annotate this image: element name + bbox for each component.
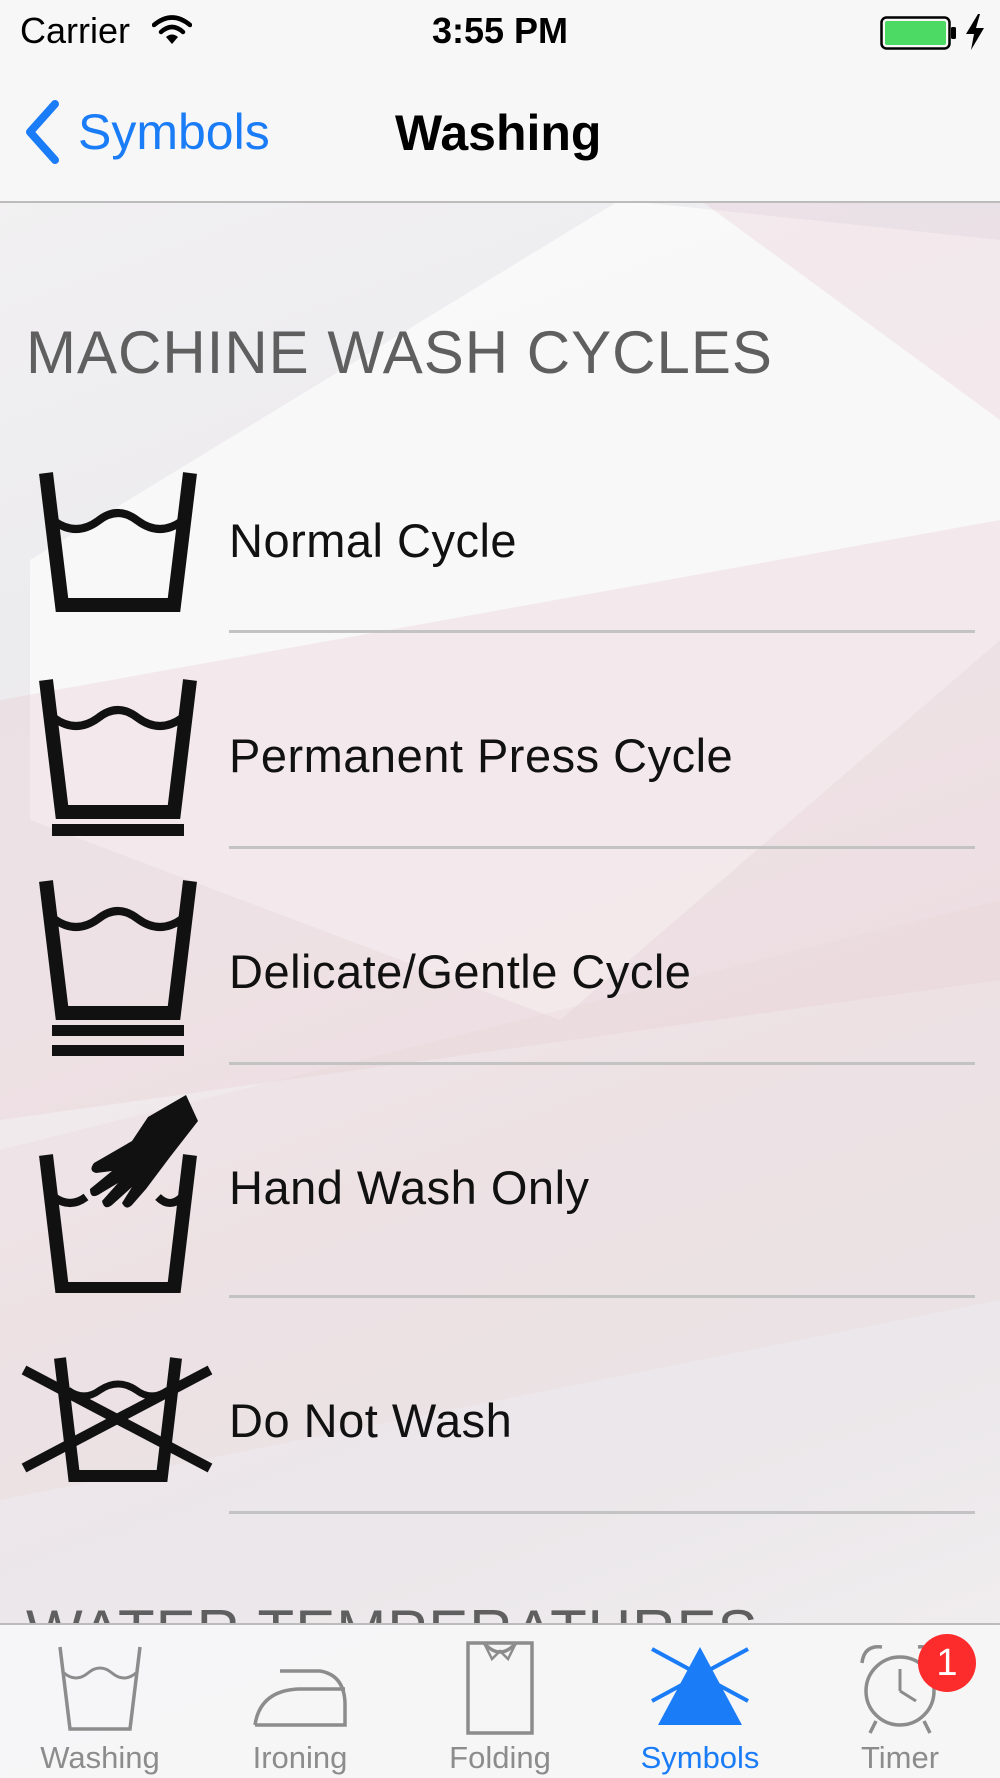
- tab-folding[interactable]: Folding: [400, 1625, 600, 1778]
- tab-label: Timer: [860, 1740, 940, 1775]
- status-time: 3:55 PM: [431, 10, 569, 51]
- do-not-wash-icon: [21, 1357, 213, 1482]
- tab-label: Folding: [449, 1740, 551, 1775]
- tab-symbols[interactable]: Symbols: [600, 1625, 800, 1778]
- item-label: Delicate/Gentle Cycle: [229, 945, 692, 998]
- iron-icon: [253, 1669, 347, 1727]
- delicate-cycle-icon: [39, 880, 197, 1056]
- item-label: Normal Cycle: [229, 514, 518, 567]
- section-header-machine-wash: MACHINE WASH CYCLES: [26, 319, 773, 386]
- list-item[interactable]: Hand Wash Only: [0, 1065, 1000, 1298]
- separator: [229, 1511, 975, 1514]
- symbol-list[interactable]: MACHINE WASH CYCLES Normal Cycle Permane…: [0, 203, 1000, 1623]
- wash-tub-icon: [58, 1646, 142, 1731]
- page-title: Washing: [395, 105, 602, 161]
- app-screen: Carrier 3:55 PM Symbols Washing MACHINE …: [0, 0, 1000, 1778]
- back-button[interactable]: Symbols: [22, 96, 270, 168]
- list-item[interactable]: Normal Cycle: [0, 453, 1000, 633]
- timer-badge: 1: [918, 1634, 976, 1692]
- folded-shirt-icon: [466, 1641, 534, 1735]
- hand-wash-icon: [39, 1095, 198, 1293]
- list-item[interactable]: Do Not Wash: [0, 1298, 1000, 1514]
- charging-bolt-icon: [966, 14, 984, 50]
- permanent-press-icon: [39, 679, 197, 836]
- wash-tub-icon: [39, 472, 197, 612]
- tab-washing[interactable]: Washing: [0, 1625, 200, 1778]
- list-item[interactable]: Permanent Press Cycle: [0, 633, 1000, 849]
- status-bar: Carrier 3:55 PM: [0, 0, 1000, 68]
- tab-label: Ironing: [252, 1740, 348, 1775]
- item-label: Permanent Press Cycle: [229, 729, 734, 782]
- tab-label: Washing: [40, 1740, 160, 1775]
- section-header-water-temperatures: WATER TEMPERATURES: [26, 1597, 759, 1623]
- item-label: Hand Wash Only: [229, 1161, 590, 1214]
- back-button-label: Symbols: [78, 104, 270, 160]
- item-label: Do Not Wash: [229, 1394, 513, 1447]
- tab-label: Symbols: [640, 1740, 760, 1775]
- tab-bar: Washing Ironing Folding Symbols Timer: [0, 1623, 1000, 1778]
- tab-ironing[interactable]: Ironing: [200, 1625, 400, 1778]
- chevron-left-icon: [26, 100, 59, 164]
- battery-icon: [880, 16, 956, 50]
- symbols-icon: [651, 1647, 749, 1725]
- list-item[interactable]: Delicate/Gentle Cycle: [0, 849, 1000, 1065]
